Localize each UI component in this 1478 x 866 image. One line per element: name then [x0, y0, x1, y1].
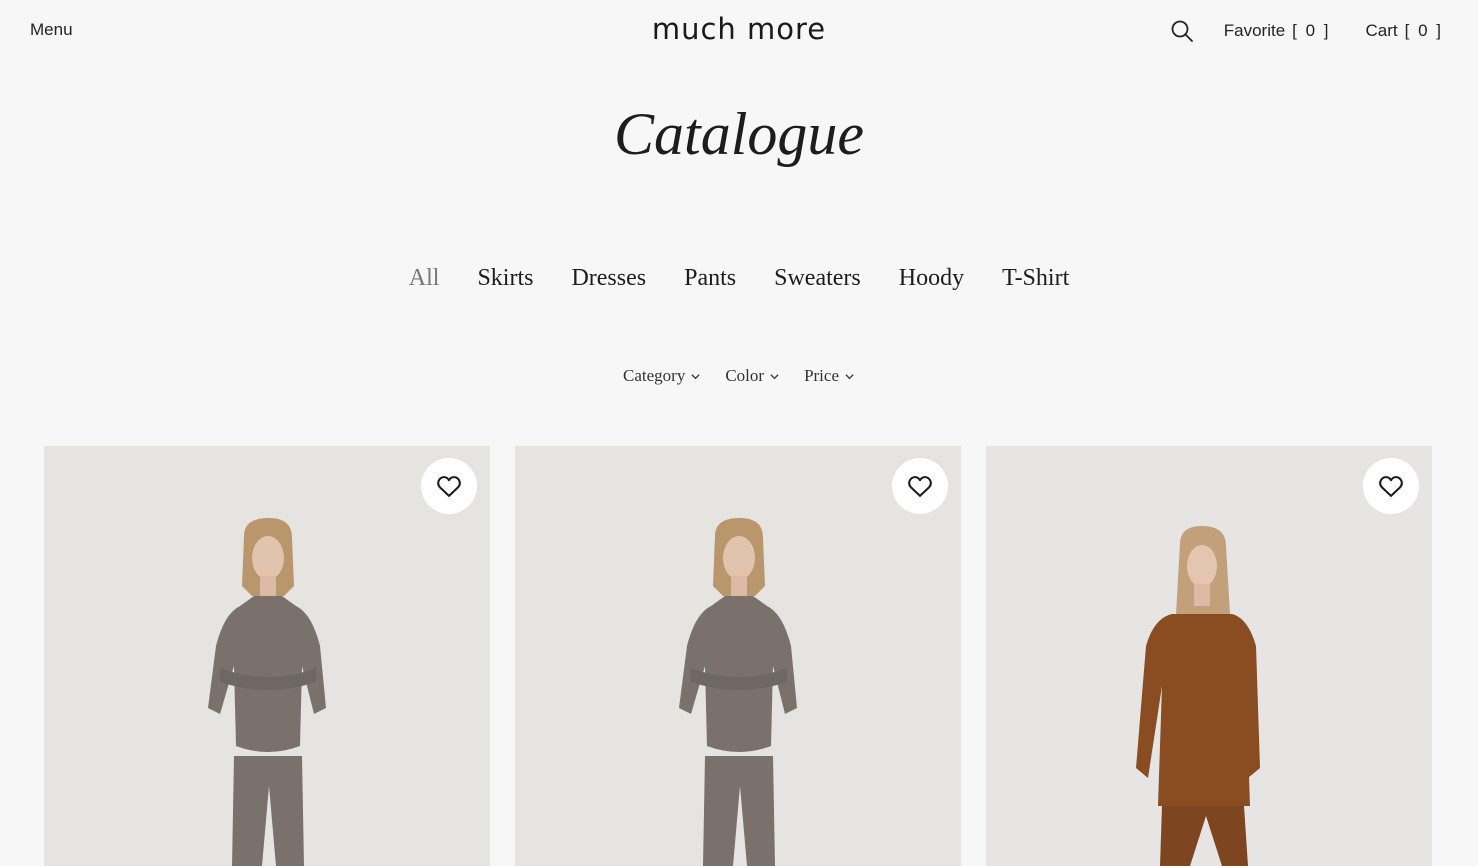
favorite-button[interactable]	[892, 458, 948, 514]
tab-skirts[interactable]: Skirts	[477, 265, 533, 292]
product-card[interactable]	[515, 446, 961, 866]
tab-dresses[interactable]: Dresses	[571, 265, 646, 292]
favorite-label: Favorite	[1223, 21, 1286, 40]
chevron-down-icon	[845, 373, 854, 379]
cart-link[interactable]: Cart [ 0 ]	[1366, 21, 1443, 41]
product-photo	[44, 446, 490, 866]
tab-t-shirt[interactable]: T-Shirt	[1002, 265, 1069, 292]
header-actions: Favorite [ 0 ] Cart [ 0 ]	[1170, 19, 1443, 43]
heart-icon	[1379, 476, 1403, 497]
price-filter-label: Price	[804, 366, 839, 385]
search-icon[interactable]	[1170, 19, 1194, 43]
product-grid	[44, 446, 1432, 866]
chevron-down-icon	[770, 373, 779, 379]
color-filter[interactable]: Color	[725, 366, 780, 386]
heart-icon	[908, 476, 932, 497]
product-card[interactable]	[44, 446, 490, 866]
price-filter[interactable]: Price	[804, 366, 855, 386]
favorite-button[interactable]	[1363, 458, 1419, 514]
page-title: Catalogue	[614, 101, 864, 167]
category-filter[interactable]: Category	[623, 366, 701, 386]
cart-label: Cart	[1365, 21, 1398, 40]
product-card[interactable]	[986, 446, 1432, 866]
favorite-link[interactable]: Favorite [ 0 ]	[1224, 21, 1331, 41]
tab-pants[interactable]: Pants	[684, 265, 736, 292]
heart-icon	[437, 476, 461, 497]
product-photo	[986, 446, 1432, 866]
tab-all[interactable]: All	[409, 265, 440, 292]
cart-count: [ 0 ]	[1404, 21, 1443, 40]
chevron-down-icon	[691, 373, 700, 379]
filter-bar: Category Color Price	[0, 366, 1478, 386]
product-photo	[515, 446, 961, 866]
tab-sweaters[interactable]: Sweaters	[774, 265, 861, 292]
favorite-button[interactable]	[421, 458, 477, 514]
color-filter-label: Color	[725, 366, 765, 385]
category-filter-label: Category	[623, 366, 686, 385]
tab-hoody[interactable]: Hoody	[899, 265, 964, 292]
favorite-count: [ 0 ]	[1292, 21, 1331, 40]
site-header: Menu much more Favorite [ 0 ] Cart [ 0 ]	[0, 0, 1478, 64]
category-tabs: All Skirts Dresses Pants Sweaters Hoody …	[0, 265, 1478, 292]
